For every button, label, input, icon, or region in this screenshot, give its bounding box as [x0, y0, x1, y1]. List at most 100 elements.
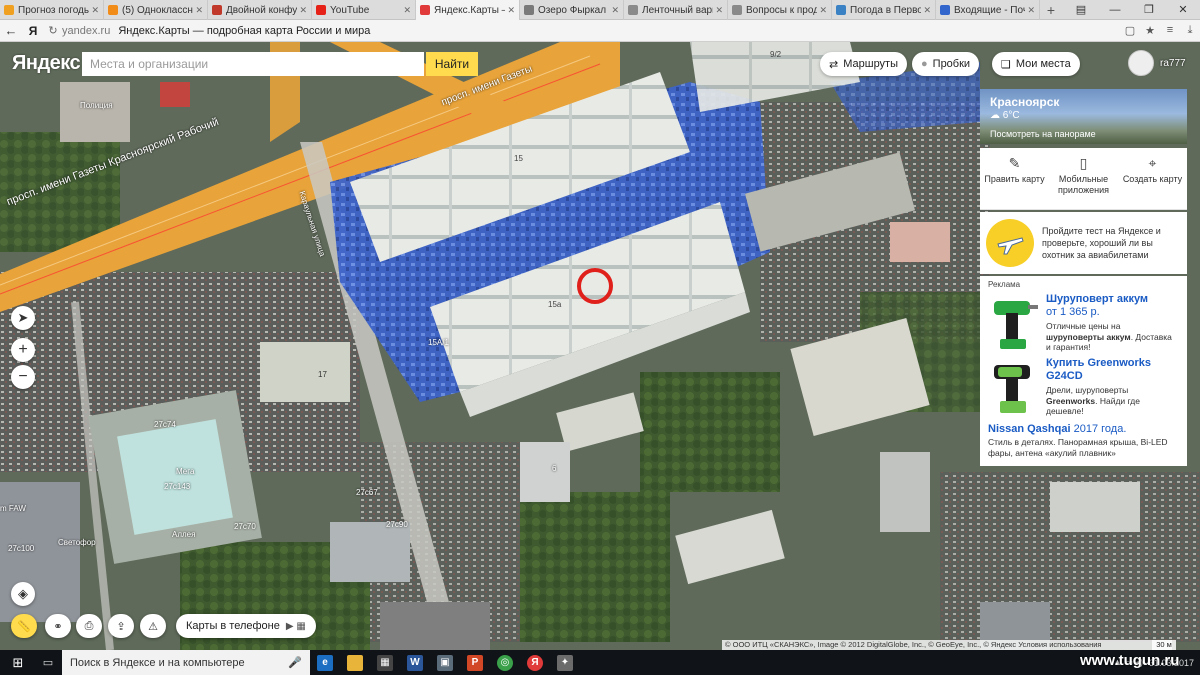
tabs-menu-icon[interactable]: ▤: [1064, 0, 1098, 19]
browser-tab[interactable]: YouTube ✕: [312, 0, 416, 20]
minimize-icon[interactable]: —: [1098, 0, 1132, 19]
url-page-title[interactable]: Яндекс.Карты — подробная карта России и …: [118, 25, 370, 37]
taskbar-app-photos[interactable]: ▣: [430, 650, 460, 675]
routes-button[interactable]: ⇄ Маршруты: [820, 52, 908, 76]
create-map-label: Создать карту: [1122, 174, 1183, 184]
ad-item[interactable]: Купить Greenworks G24CD Дрели, шуруповер…: [988, 357, 1179, 417]
close-tab-icon[interactable]: ✕: [819, 5, 827, 16]
taskbar-app-word[interactable]: W: [400, 650, 430, 675]
browser-tab[interactable]: Погода в Первомайс✕: [832, 0, 936, 20]
zoom-in-button[interactable]: +: [11, 338, 35, 362]
browser-tab-title: Озеро Фыркал - Стра: [538, 4, 609, 16]
favicon-icon: [836, 5, 846, 15]
close-tab-icon[interactable]: ✕: [195, 5, 203, 16]
browser-tab-title: Двойной конфуз: Сас: [226, 4, 298, 16]
browser-tab-title: Прогноз погоды в Пе: [18, 4, 90, 16]
taskbar-app-other[interactable]: ✦: [550, 650, 580, 675]
folder-icon: [347, 654, 363, 671]
layers-button[interactable]: ◈: [11, 582, 35, 606]
yandex-browser-logo[interactable]: Я: [22, 24, 44, 38]
close-tab-icon[interactable]: ✕: [611, 5, 619, 16]
create-map-button[interactable]: ⌖ Создать карту: [1118, 148, 1187, 209]
taskbar-search[interactable]: Поиск в Яндексе и на компьютере: [62, 650, 280, 675]
bookmark-star-icon[interactable]: ★: [1140, 24, 1160, 37]
taskbar-app-edge[interactable]: e: [310, 650, 340, 675]
back-arrow-icon[interactable]: ←: [0, 23, 22, 38]
yandex-logo[interactable]: Яндекс: [12, 52, 81, 75]
panorama-button[interactable]: ⚭: [45, 614, 71, 638]
browser-tab[interactable]: Двойной конфуз: Сас✕: [208, 0, 312, 20]
map-label-svetofor[interactable]: Светофор: [58, 538, 96, 547]
panorama-card[interactable]: Красноярск ☁ 6°C Посмотреть на панораме: [980, 89, 1187, 144]
browser-tab[interactable]: Озеро Фыркал - Стра✕: [520, 0, 624, 20]
mobile-apps-button[interactable]: ▯ Мобильные приложения: [1049, 148, 1118, 209]
close-tab-icon[interactable]: ✕: [1027, 5, 1035, 16]
maps-in-phone-button[interactable]: Карты в телефоне ▶ ▦: [176, 614, 316, 638]
share-button[interactable]: ⇪: [108, 614, 134, 638]
share-icon: ⇪: [116, 620, 126, 633]
find-button[interactable]: Найти: [426, 52, 478, 76]
print-button[interactable]: ⎙: [76, 614, 102, 638]
map-label-police[interactable]: Полиция: [80, 101, 113, 110]
taskbar-app-powerpoint[interactable]: P: [460, 650, 490, 675]
map-view[interactable]: просп. имени Газеты Красноярский Рабочий…: [0, 42, 1200, 650]
report-button[interactable]: ⚠: [140, 614, 166, 638]
ad-title[interactable]: Шуруповерт аккум: [1046, 293, 1179, 306]
avatar[interactable]: [1128, 50, 1154, 76]
taskbar-app-explorer[interactable]: [340, 650, 370, 675]
close-window-icon[interactable]: ✕: [1166, 0, 1200, 19]
edit-map-button[interactable]: ✎ Править карту: [980, 148, 1049, 209]
reader-icon[interactable]: ▢: [1120, 24, 1140, 37]
url-domain[interactable]: yandex.ru: [62, 25, 110, 37]
ad-item[interactable]: Nissan Qashqai 2017 года. Стиль в деталя…: [988, 423, 1179, 458]
zoom-out-button[interactable]: −: [11, 365, 35, 389]
traffic-button[interactable]: ● Пробки: [912, 52, 980, 76]
microphone-icon[interactable]: 🎤: [280, 650, 310, 675]
close-tab-icon[interactable]: ✕: [715, 5, 723, 16]
my-places-button[interactable]: ❑ Мои места: [992, 52, 1080, 76]
close-tab-icon[interactable]: ✕: [403, 5, 411, 16]
browser-tab-title: (5) Одноклассники: [122, 4, 193, 16]
city-name: Красноярск: [990, 95, 1060, 109]
ad-title[interactable]: Nissan Qashqai 2017 года.: [988, 423, 1179, 435]
promo-card[interactable]: Пройдите тест на Яндексе и проверьте, хо…: [980, 212, 1187, 274]
favicon-icon: [940, 5, 950, 15]
close-tab-icon[interactable]: ✕: [299, 5, 307, 16]
username[interactable]: ra777: [1160, 58, 1186, 69]
map-label-alleya[interactable]: Аллея: [172, 530, 195, 539]
windows-start-icon[interactable]: ⊞: [0, 655, 36, 671]
browser-tab[interactable]: Прогноз погоды в Пе✕: [0, 0, 104, 20]
taskbar-app-chrome[interactable]: ◎: [490, 650, 520, 675]
minus-icon: −: [18, 368, 28, 385]
browser-tab[interactable]: Ленточный вариант с✕: [624, 0, 728, 20]
task-view-icon[interactable]: ▭: [36, 656, 60, 669]
download-icon[interactable]: ⤓: [1180, 24, 1200, 37]
app-icon: ✦: [557, 654, 573, 671]
taskbar-app-yandex[interactable]: Я: [520, 650, 550, 675]
ad-description: Дрели, шуруповерты Greenworks. Найди где…: [1046, 385, 1179, 417]
browser-tab[interactable]: Вопросы к продавца✕: [728, 0, 832, 20]
taskbar-app-store[interactable]: ▦: [370, 650, 400, 675]
geolocation-button[interactable]: ➤: [11, 306, 35, 330]
browser-tab[interactable]: (5) Одноклассники✕: [104, 0, 208, 20]
browser-tab-title: Ленточный вариант с: [642, 4, 713, 16]
close-tab-icon[interactable]: ✕: [923, 5, 931, 16]
reload-icon[interactable]: ↻: [44, 24, 62, 37]
browser-tab[interactable]: Входящие - Почта М✕: [936, 0, 1040, 20]
bookmark-icon: ❑: [1001, 58, 1011, 71]
panorama-link[interactable]: Посмотреть на панораме: [990, 129, 1177, 139]
copyright-text[interactable]: © ООО ИТЦ «СКАНЭКС», Image © 2012 Digita…: [722, 640, 1172, 650]
browser-tab[interactable]: Яндекс.Карты — п✕: [416, 0, 520, 20]
new-tab-button[interactable]: +: [1040, 0, 1062, 19]
ad-item[interactable]: Шуруповерт аккум от 1 365 р. Отличные це…: [988, 293, 1179, 353]
map-label-mega[interactable]: Мега: [176, 467, 194, 476]
search-input[interactable]: [82, 52, 424, 76]
close-tab-icon[interactable]: ✕: [91, 5, 99, 16]
menu-icon[interactable]: ≡: [1160, 24, 1180, 37]
powerpoint-icon: P: [467, 654, 483, 671]
ruler-button[interactable]: 📏: [11, 614, 37, 638]
map-label-faw[interactable]: m FAW: [0, 504, 26, 513]
ad-title[interactable]: Купить Greenworks G24CD: [1046, 357, 1179, 383]
close-tab-icon[interactable]: ✕: [507, 5, 515, 16]
maximize-icon[interactable]: ❐: [1132, 0, 1166, 19]
